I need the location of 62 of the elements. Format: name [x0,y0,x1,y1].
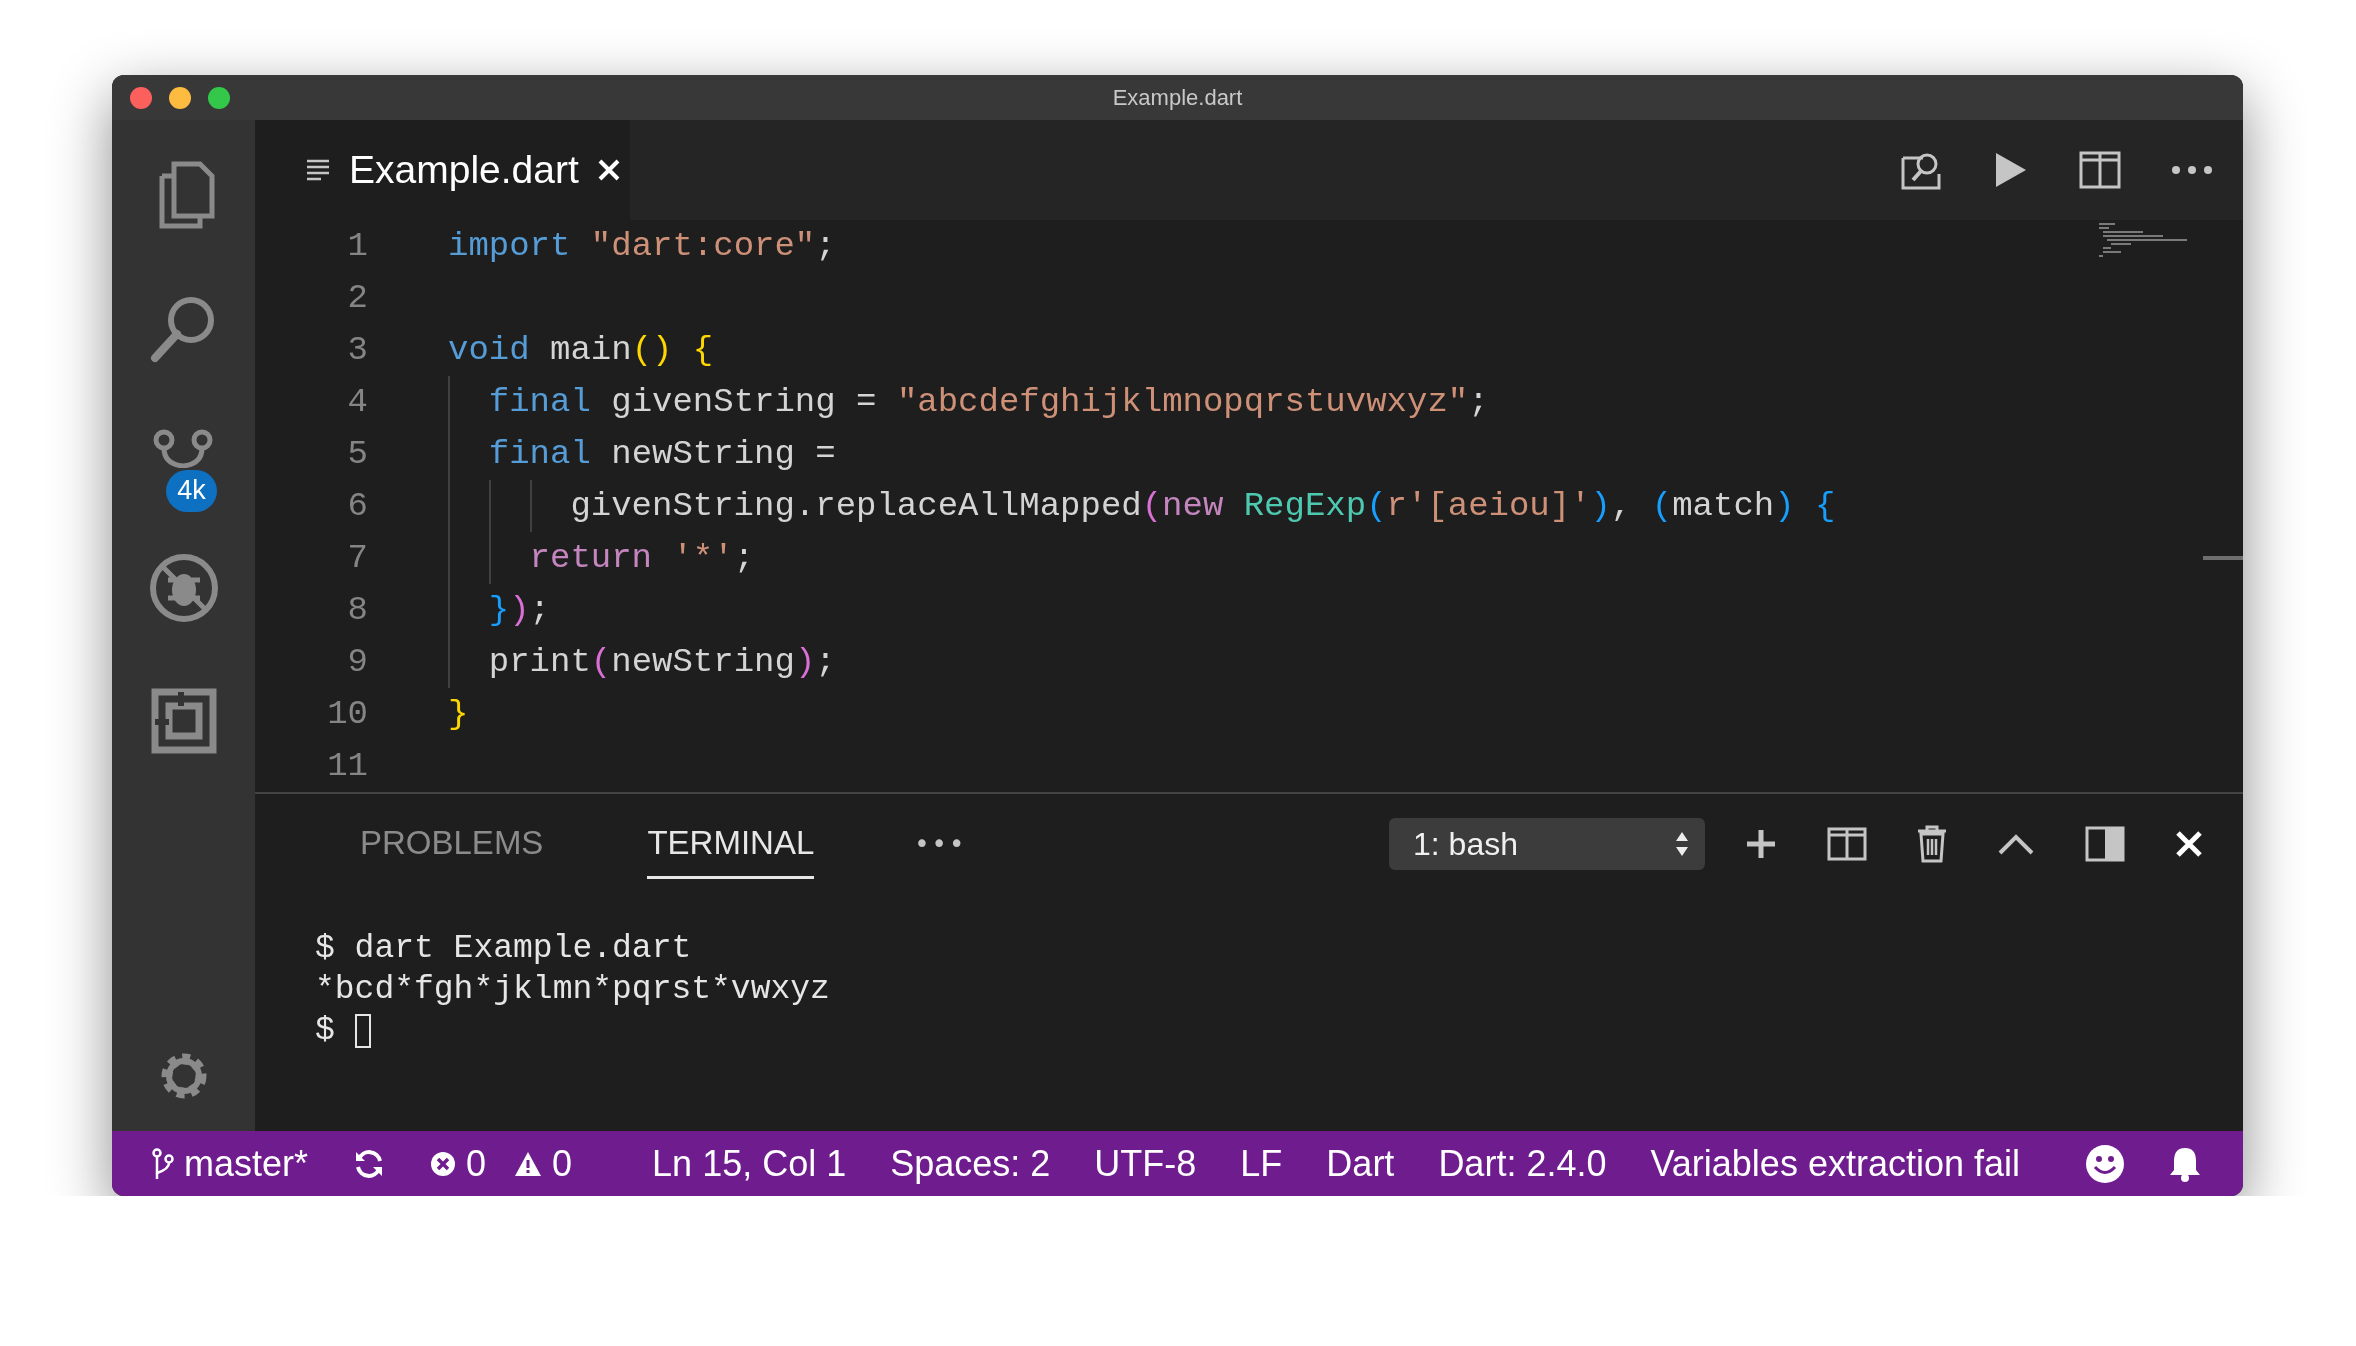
minimize-window-button[interactable] [169,86,191,109]
branch-button[interactable]: master* [152,1142,309,1185]
status-item[interactable]: Dart: 2.4.0 [1438,1142,1607,1185]
code-line: }); [448,584,550,636]
line-number: 8 [346,590,369,631]
terminal-select[interactable]: 1: bash [1389,818,1705,870]
panel-tab[interactable]: PROBLEMS [360,809,544,879]
smiley-icon[interactable] [2085,1143,2125,1184]
code-line: final givenString = "abcdefghijklmnopqrstuvwxyz"; [448,376,1489,428]
sync-icon[interactable] [354,1148,385,1179]
close-icon[interactable] [596,158,621,182]
terminal-line: *bcd*fgh*jklmn*pqrst*vwxyz [315,970,830,1010]
updown-icon [1675,830,1689,858]
code-line: } [448,694,469,735]
plus-icon[interactable] [1745,828,1777,860]
status-item[interactable]: Dart [1326,1142,1395,1185]
line-number: 3 [346,330,369,371]
code-line: return '*'; [448,532,755,584]
code-line: void main() { [448,330,714,371]
badge: 4k [166,470,217,512]
close-window-button[interactable] [130,86,152,109]
line-number: 7 [346,538,369,579]
line-number: 5 [346,434,369,475]
code-line: import "dart:core"; [448,226,836,267]
branch-icon [152,1147,174,1180]
panel-tab[interactable]: TERMINAL [647,809,815,879]
line-number: 11 [326,746,369,787]
line-number: 4 [346,382,369,423]
trash-icon[interactable] [1917,825,1947,863]
lines-icon [305,158,331,182]
terminal-cursor [354,1013,371,1048]
status-item[interactable]: Ln 15, Col 1 [652,1142,847,1185]
problems-button[interactable]: 0 0 [430,1142,573,1185]
warning-icon [514,1150,543,1177]
split-terminal-icon[interactable] [1827,827,1867,861]
no-bug-icon[interactable] [147,551,220,624]
line-number: 9 [346,642,369,683]
zoom-window-button[interactable] [208,86,230,109]
terminal-line: $ [315,1011,336,1051]
maximize-panel-icon[interactable] [2085,826,2125,862]
extensions-icon[interactable] [150,687,217,754]
status-item[interactable]: Variables extraction fail [1650,1142,2020,1185]
editor-tab[interactable]: Example.dart [255,120,630,220]
status-item[interactable]: LF [1240,1142,1283,1185]
terminal-line: $ dart Example.dart [315,929,692,969]
code-line: givenString.replaceAllMapped(new RegExp(r'[aeiou]'), (match) { [448,480,1836,532]
code-line: print(newString); [448,636,836,688]
line-number: 2 [346,278,369,319]
status-item[interactable]: UTF-8 [1094,1142,1197,1185]
status-item[interactable]: Spaces: 2 [890,1142,1051,1185]
error-icon [430,1150,457,1177]
window-title: Example.dart [1112,84,1243,111]
close-icon[interactable] [2175,830,2203,858]
chevron-up-icon[interactable] [1997,832,2035,856]
line-number: 6 [346,486,369,527]
line-number: 1 [346,226,369,267]
more-icon[interactable] [2171,165,2213,175]
more-button[interactable]: ••• [908,828,973,860]
split-editor-icon[interactable] [2079,151,2121,189]
line-number: 10 [326,694,369,735]
scrollbar-marker [2203,556,2243,560]
code-line: final newString = [448,428,836,480]
